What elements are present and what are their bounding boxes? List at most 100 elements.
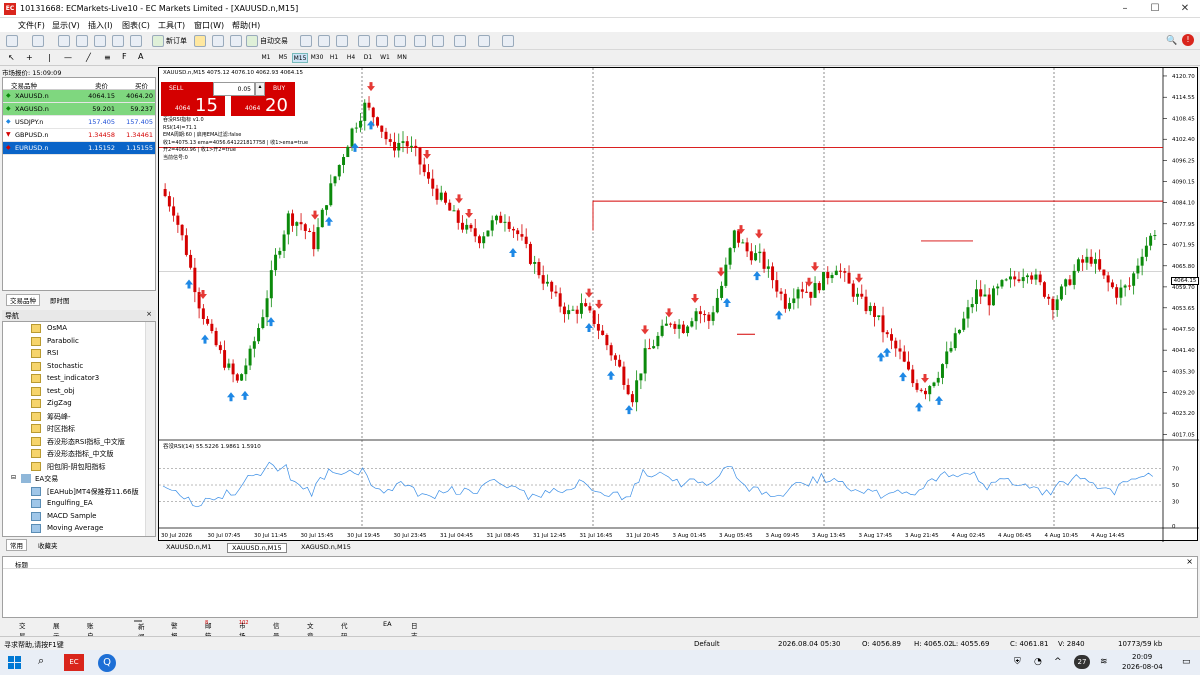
timeframe-m5[interactable]: M5 [275, 53, 291, 63]
navigator-indicator-item[interactable]: test_obj [47, 387, 75, 395]
network-icon[interactable]: ◔ [1034, 657, 1042, 667]
navigator-indicator-item[interactable]: 吞没形态指标_中文版 [47, 449, 114, 459]
tile-windows-icon[interactable] [394, 35, 406, 47]
tab-tick-chart[interactable]: 即时图 [50, 295, 70, 305]
menu-item-2[interactable]: 插入(I) [88, 20, 113, 31]
menu-item-3[interactable]: 图表(C) [122, 20, 150, 31]
navigator-indicator-item[interactable]: OsMA [47, 324, 67, 332]
search-icon[interactable]: 🔍 [1166, 36, 1177, 46]
sell-button[interactable]: 4064 15 [161, 95, 225, 116]
timeframe-h4[interactable]: H4 [343, 53, 359, 63]
auto-trading-icon[interactable] [246, 35, 258, 47]
maximize-button[interactable]: ☐ [1140, 0, 1170, 18]
line-chart-icon[interactable] [336, 35, 348, 47]
crosshair-icon[interactable]: + [26, 53, 33, 62]
zoom-in-icon[interactable] [358, 35, 370, 47]
wifi-icon[interactable]: ≋ [1100, 657, 1108, 667]
navigator-indicator-item[interactable]: 时区指标 [47, 424, 75, 434]
price-chart[interactable]: 4120.70 4114.55 4108.45 4102.40 4096.25 4090.… [159, 68, 1199, 542]
timeframe-h1[interactable]: H1 [326, 53, 342, 63]
tab-common[interactable]: 常用 [6, 539, 27, 551]
collapse-icon[interactable]: ⊟ [11, 474, 16, 481]
navigator-ea-item[interactable]: MACD Sample [47, 512, 96, 520]
timeframe-w1[interactable]: W1 [377, 53, 393, 63]
buy-button[interactable]: 4064 20 [231, 95, 295, 116]
new-order-button[interactable]: 新订单 [166, 36, 187, 46]
timeframe-d1[interactable]: D1 [360, 53, 376, 63]
symbol-name[interactable]: XAGUSD.n [3, 103, 79, 115]
close-button[interactable]: ✕ [1170, 0, 1200, 18]
market-watch-row[interactable]: XAGUSD.n ◆ 59.201 59.237 [3, 103, 155, 116]
tab-symbols[interactable]: 交易品种 [6, 294, 40, 306]
timeframe-m30[interactable]: M30 [309, 53, 325, 63]
navigator-ea-header[interactable]: EA交易 [35, 474, 58, 484]
navigator-indicator-item[interactable]: test_indicator3 [47, 374, 99, 382]
menu-item-4[interactable]: 工具(T) [158, 20, 185, 31]
browser-icon[interactable]: Q [98, 654, 116, 672]
market-watch-row[interactable]: GBPUSD.n ▼ 1.34458 1.34461 [3, 129, 155, 142]
timeframe-m1[interactable]: M1 [258, 53, 274, 63]
fibo-icon[interactable]: F [122, 52, 127, 61]
new-order-icon[interactable] [152, 35, 164, 47]
vertical-line-icon[interactable]: | [48, 53, 51, 62]
navigator-indicator-item[interactable]: 筹码峰- [47, 412, 71, 422]
terminal-close-icon[interactable]: × [1186, 557, 1193, 566]
market-watch-icon[interactable] [58, 35, 70, 47]
navigator-ea-item[interactable]: Engulfing_EA [47, 499, 93, 507]
notifications-icon[interactable]: ▭ [1182, 657, 1191, 667]
navigator-indicator-item[interactable]: ZigZag [47, 399, 72, 407]
weather-badge[interactable]: 27 [1074, 655, 1090, 669]
chart-tab[interactable]: XAUUSD.n,M15 [227, 543, 287, 553]
tab-favorites[interactable]: 收藏夹 [38, 540, 58, 550]
terminal-tab[interactable]: 新闻 [134, 620, 145, 641]
navigator-indicator-item[interactable]: RSI [47, 349, 58, 357]
ask-price[interactable]: 4064.20 [117, 90, 155, 102]
buy-label[interactable]: BUY [265, 82, 295, 96]
col-symbol[interactable]: 交易品种 [11, 80, 37, 90]
zoom-out-icon[interactable] [376, 35, 388, 47]
lot-size-input[interactable]: 0.05 [213, 82, 255, 96]
navigator-scrollbar[interactable] [145, 322, 155, 536]
signals-icon[interactable] [212, 35, 224, 47]
trendline-icon[interactable]: ╱ [86, 53, 91, 62]
clock-date[interactable]: 2026-08-04 [1122, 663, 1163, 671]
cursor-icon[interactable]: ↖ [8, 53, 15, 62]
chart-tab[interactable]: XAUUSD.n,M1 [162, 543, 216, 551]
data-window-icon[interactable] [76, 35, 88, 47]
menu-item-6[interactable]: 帮助(H) [232, 20, 260, 31]
auto-trading-button[interactable]: 自动交易 [260, 36, 288, 46]
navigator-indicator-item[interactable]: 阳包阴-阴包阳指标 [47, 462, 106, 472]
vps-icon[interactable] [230, 35, 242, 47]
symbol-name[interactable]: XAUUSD.n [3, 90, 79, 102]
chevron-up-icon[interactable]: ^ [1054, 657, 1062, 667]
timeframe-m15[interactable]: M15 [292, 53, 308, 63]
minimize-button[interactable]: – [1110, 0, 1140, 18]
meta-editor-icon[interactable] [194, 35, 206, 47]
bid-price[interactable]: 4064.15 [79, 90, 117, 102]
text-icon[interactable]: A [138, 52, 143, 61]
market-watch-row[interactable]: EURUSD.n ◆ 1.15152 1.15155 [3, 142, 155, 155]
notification-icon[interactable]: ! [1182, 34, 1194, 46]
bid-price[interactable]: 59.201 [79, 103, 117, 115]
bid-price[interactable]: 1.15152 [79, 142, 117, 154]
navigator-close-icon[interactable]: × [146, 310, 152, 318]
bid-price[interactable]: 1.34458 [79, 129, 117, 141]
ec-app-icon[interactable]: EC [64, 654, 84, 671]
menu-item-1[interactable]: 显示(V) [52, 20, 80, 31]
search-taskbar-icon[interactable]: ⌕ [38, 654, 44, 668]
menu-item-5[interactable]: 窗口(W) [194, 20, 224, 31]
indicators-icon[interactable] [454, 35, 466, 47]
lot-stepper[interactable]: ▴ [255, 82, 265, 96]
ask-price[interactable]: 59.237 [117, 103, 155, 115]
col-ask[interactable]: 买价 [135, 80, 148, 90]
sell-label[interactable]: SELL [161, 82, 213, 96]
symbol-name[interactable]: GBPUSD.n [3, 129, 79, 141]
market-watch-row[interactable]: XAUUSD.n ◆ 4064.15 4064.20 [3, 90, 155, 103]
bid-price[interactable]: 157.405 [79, 116, 117, 128]
navigator-indicator-item[interactable]: Parabolic [47, 337, 79, 345]
tester-icon[interactable] [130, 35, 142, 47]
chart-window[interactable]: 4120.70 4114.55 4108.45 4102.40 4096.25 4090.… [158, 67, 1199, 542]
horizontal-line-icon[interactable]: — [64, 53, 72, 62]
clock-time[interactable]: 20:09 [1132, 653, 1152, 661]
auto-scroll-icon[interactable] [414, 35, 426, 47]
